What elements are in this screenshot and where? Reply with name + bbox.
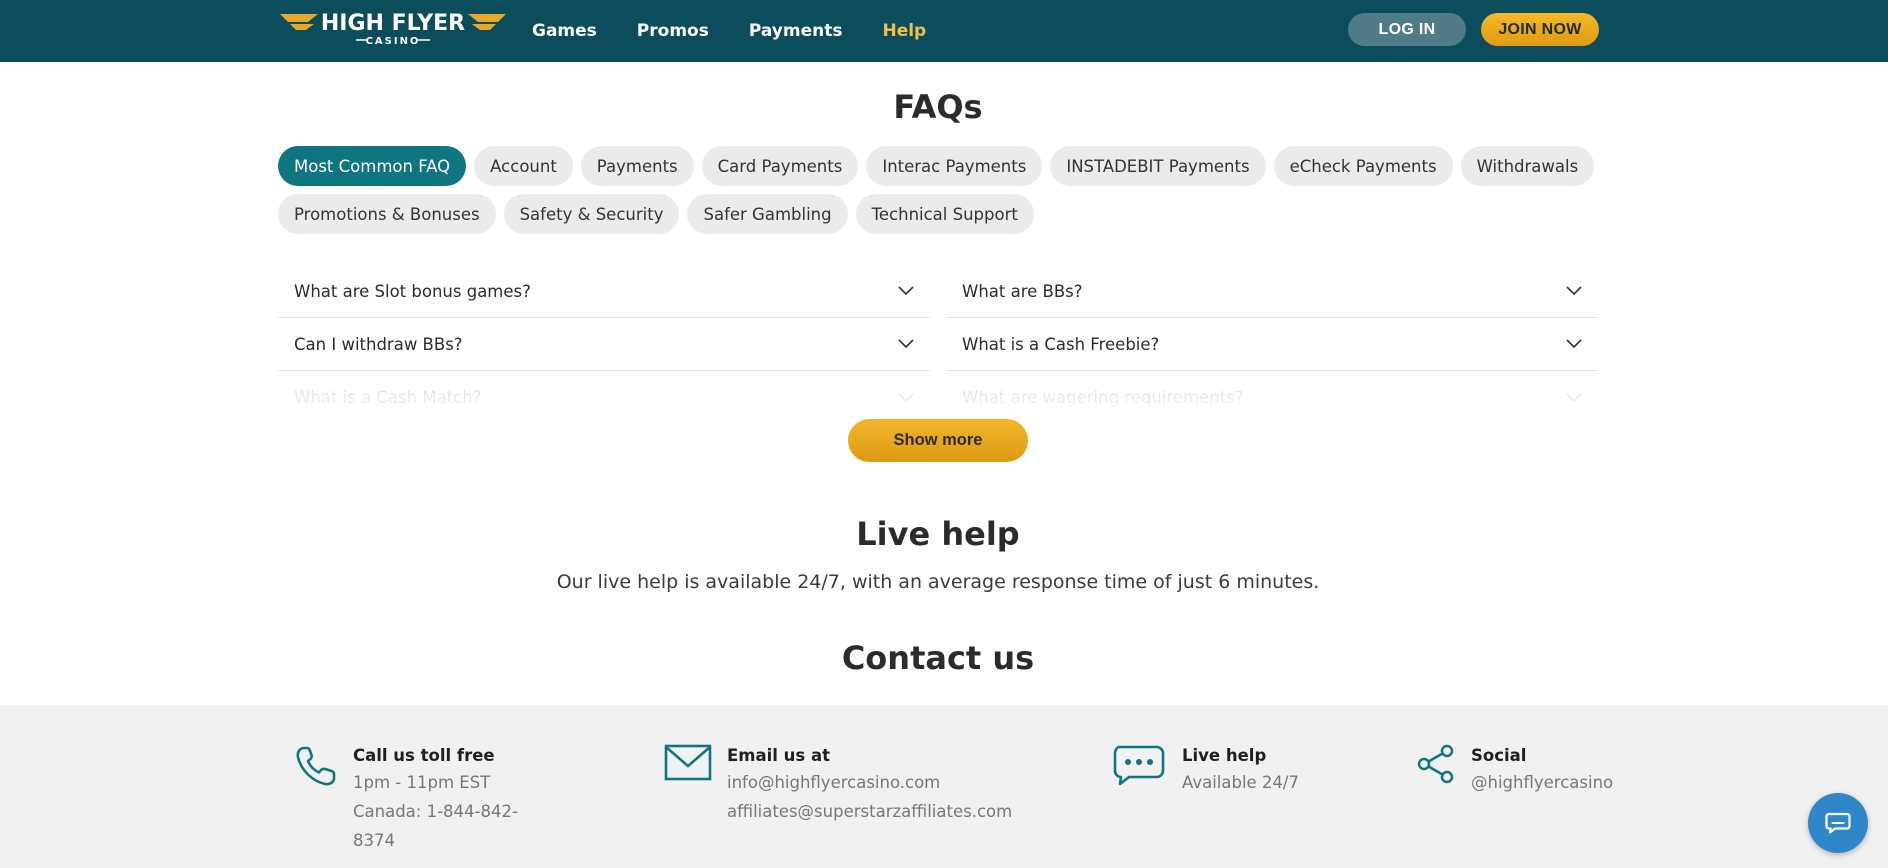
contact-email-info[interactable]: info@highflyercasino.com xyxy=(727,768,1012,797)
envelope-icon xyxy=(664,744,712,781)
nav-promos[interactable]: Promos xyxy=(637,21,709,41)
tab-card-payments[interactable]: Card Payments xyxy=(701,146,859,186)
faq-list-left: What are Slot bonus games? Can I withdra… xyxy=(278,265,930,424)
chevron-down-icon xyxy=(898,339,914,349)
tab-interac-payments[interactable]: Interac Payments xyxy=(866,146,1043,186)
tab-technical-support[interactable]: Technical Support xyxy=(855,194,1034,234)
logo-subtext: CASINO xyxy=(366,36,421,46)
tab-withdrawals[interactable]: Withdrawals xyxy=(1460,146,1595,186)
login-button[interactable]: LOG IN xyxy=(1348,13,1466,46)
chevron-down-icon xyxy=(898,286,914,296)
tab-account[interactable]: Account xyxy=(474,146,573,186)
faq-question-text: What are BBs? xyxy=(962,281,1083,301)
faq-question-text: What is a Cash Freebie? xyxy=(962,334,1160,354)
tab-promotions-bonuses[interactable]: Promotions & Bonuses xyxy=(278,194,496,234)
high-flyer-logo[interactable]: HIGH FLYER CASINO xyxy=(278,10,508,47)
show-more-button[interactable]: Show more xyxy=(848,419,1028,462)
faq-question-text: What are Slot bonus games? xyxy=(294,281,531,301)
chevron-down-icon xyxy=(1566,392,1582,402)
contact-social-title: Social xyxy=(1471,746,1527,765)
faq-question[interactable]: What is a Cash Freebie? xyxy=(946,318,1598,371)
share-icon xyxy=(1417,744,1454,784)
tab-payments[interactable]: Payments xyxy=(580,146,694,186)
faq-question[interactable]: What are wagering requirements? xyxy=(946,371,1598,424)
phone-icon xyxy=(296,746,336,786)
faq-question-text: What is a Cash Match? xyxy=(294,388,482,407)
contact-email-title: Email us at xyxy=(727,746,830,765)
tab-safer-gambling[interactable]: Safer Gambling xyxy=(687,194,848,234)
tab-instadebit-payments[interactable]: INSTADEBIT Payments xyxy=(1050,146,1266,186)
contact-phone-title: Call us toll free xyxy=(353,746,495,765)
tab-safety-security[interactable]: Safety & Security xyxy=(503,194,680,234)
chevron-down-icon xyxy=(1566,339,1582,349)
join-now-button[interactable]: JOIN NOW xyxy=(1481,13,1599,46)
contact-email-affiliates[interactable]: affiliates@superstarzaffiliates.com xyxy=(727,797,1012,826)
site-header: HIGH FLYER CASINO Games Promos Payments … xyxy=(0,0,1888,62)
faq-question[interactable]: What are BBs? xyxy=(946,265,1598,318)
main-nav: Games Promos Payments Help xyxy=(532,0,926,62)
nav-help[interactable]: Help xyxy=(882,21,926,41)
logo-text: HIGH FLYER xyxy=(321,11,465,36)
chevron-down-icon xyxy=(898,392,914,402)
contact-live-help: Live help Available 24/7 xyxy=(1113,744,1313,814)
tab-most-common-faq[interactable]: Most Common FAQ xyxy=(278,146,467,186)
faq-question[interactable]: What are Slot bonus games? xyxy=(278,265,930,318)
faq-question[interactable]: Can I withdraw BBs? xyxy=(278,318,930,371)
chevron-down-icon xyxy=(1566,286,1582,296)
contact-phone-hours: 1pm - 11pm EST xyxy=(353,773,491,792)
contact-live-availability: Available 24/7 xyxy=(1182,773,1299,792)
faq-question-text: Can I withdraw BBs? xyxy=(294,334,463,354)
contact-title: Contact us xyxy=(841,639,1035,677)
contact-phone: Call us toll free 1pm - 11pm EST Canada:… xyxy=(294,744,554,850)
nav-payments[interactable]: Payments xyxy=(749,21,843,41)
faq-list-right: What are BBs? What is a Cash Freebie? Wh… xyxy=(946,265,1598,424)
chat-widget-button[interactable] xyxy=(1808,793,1868,853)
nav-games[interactable]: Games xyxy=(532,21,597,41)
chat-bubble-icon xyxy=(1113,745,1165,786)
contact-live-title: Live help xyxy=(1182,746,1267,765)
faq-question-text: What are wagering requirements? xyxy=(962,388,1244,407)
contact-social: Social @highflyercasino xyxy=(1416,744,1613,814)
contact-social-handle[interactable]: @highflyercasino xyxy=(1471,768,1613,797)
live-help-title: Live help xyxy=(856,515,1020,553)
faq-category-tabs: Most Common FAQ Account Payments Card Pa… xyxy=(278,146,1608,234)
faq-question[interactable]: What is a Cash Match? xyxy=(278,371,930,424)
faq-title: FAQs xyxy=(893,88,983,126)
tab-echeck-payments[interactable]: eCheck Payments xyxy=(1273,146,1453,186)
live-help-text: Our live help is available 24/7, with an… xyxy=(556,571,1320,593)
chat-icon xyxy=(1825,812,1851,834)
contact-phone-number[interactable]: Canada: 1-844-842-8374 xyxy=(353,797,554,855)
contact-email: Email us at info@highflyercasino.com aff… xyxy=(664,744,1012,834)
